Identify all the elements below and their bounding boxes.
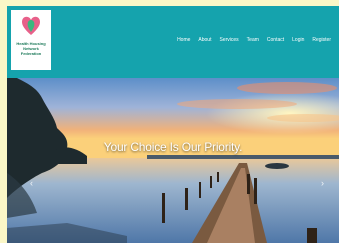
page-frame: Health Housing Network Federation Home A… — [7, 6, 339, 243]
site-header: Health Housing Network Federation Home A… — [7, 6, 339, 78]
chevron-left-icon[interactable]: ‹ — [30, 178, 33, 188]
nav-about[interactable]: About — [194, 36, 215, 44]
logo-text: Health Housing Network Federation — [16, 41, 46, 56]
chevron-right-icon[interactable]: › — [321, 178, 324, 188]
nav-register[interactable]: Register — [308, 36, 335, 44]
nav-home[interactable]: Home — [173, 36, 194, 44]
nav-services[interactable]: Services — [215, 36, 242, 44]
site-logo[interactable]: Health Housing Network Federation — [11, 10, 51, 70]
heart-leaf-icon — [22, 16, 40, 35]
hero-carousel: Your Choice Is Our Priority. ‹ › — [7, 78, 339, 243]
hero-image — [7, 78, 339, 243]
nav-login[interactable]: Login — [288, 36, 308, 44]
main-nav: Home About Services Team Contact Login R… — [173, 36, 335, 44]
nav-team[interactable]: Team — [243, 36, 263, 44]
hero-title: Your Choice Is Our Priority. — [103, 140, 243, 154]
nav-contact[interactable]: Contact — [263, 36, 288, 44]
